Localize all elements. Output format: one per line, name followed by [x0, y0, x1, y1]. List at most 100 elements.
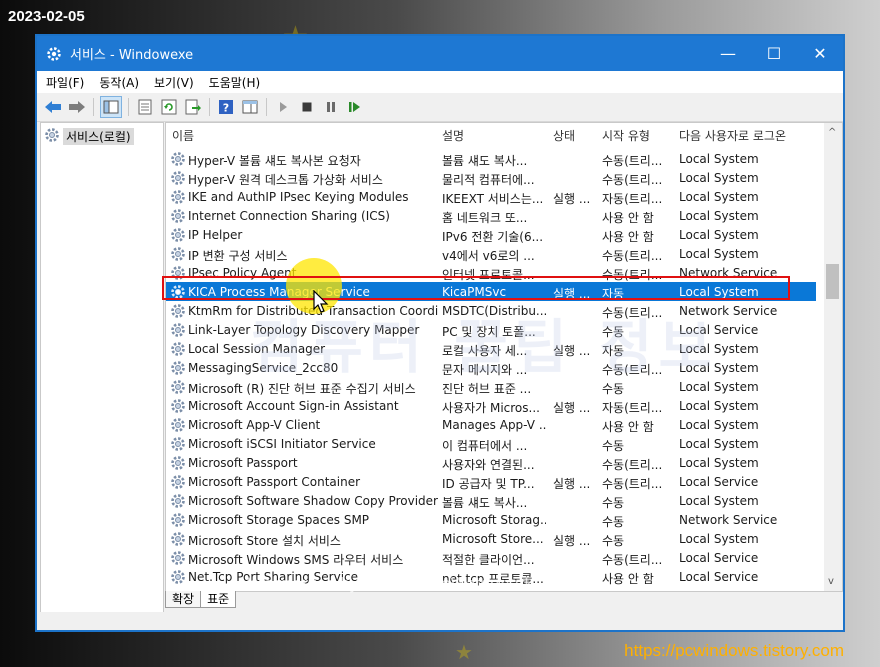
menu-file[interactable]: 파일(F) [40, 74, 90, 91]
table-row[interactable]: Microsoft Passport Container ID 공급자 및 TP.… [166, 472, 816, 491]
scrollbar-thumb[interactable] [826, 264, 839, 299]
menu-action[interactable]: 동작(A) [93, 74, 145, 91]
service-gear-icon [170, 170, 186, 186]
table-row[interactable]: Microsoft App-V Client Manages App-V ... 사… [166, 415, 816, 434]
properties-icon[interactable] [135, 97, 155, 117]
close-button[interactable]: ✕ [797, 36, 843, 71]
table-row[interactable]: IPsec Policy Agent 인터넷 프로토콜... 수동(트리... Net… [166, 263, 816, 282]
service-status: 실행 ... [553, 344, 591, 358]
toolbar-separator [128, 98, 129, 116]
service-description: 진단 허브 표준 ... [442, 382, 532, 396]
service-logon-as: Local System [679, 380, 759, 394]
scroll-down-icon[interactable]: v [828, 576, 834, 587]
table-row[interactable]: KtmRm for Distributed Transaction Coordi… [166, 301, 816, 320]
export-list-icon[interactable] [183, 97, 203, 117]
table-row[interactable]: Link-Layer Topology Discovery Mapper PC 및… [166, 320, 816, 339]
service-startup-type: 수동(트리... [602, 458, 663, 472]
service-gear-icon [170, 474, 186, 490]
column-header-name[interactable]: 이름 [172, 127, 194, 144]
table-row[interactable]: Hyper-V 원격 데스크톱 가상화 서비스 물리적 컴퓨터에... 수동(트리.… [166, 168, 816, 187]
service-description: 이 컴퓨터에서 ... [442, 439, 528, 453]
table-row[interactable]: KICA Process Manager Service KicaPMSvc 실행 … [166, 282, 816, 301]
table-row[interactable]: Microsoft (R) 진단 허브 표준 수집기 서비스 진단 허브 표준 .… [166, 377, 816, 396]
table-row[interactable]: Microsoft Account Sign-in Assistant 사용자가 … [166, 396, 816, 415]
service-status: 실행 ... [553, 401, 591, 415]
service-startup-type: 수동(트리... [602, 249, 663, 263]
help-icon[interactable]: ? [216, 97, 236, 117]
service-logon-as: Network Service [679, 513, 778, 527]
service-name: IKE and AuthIP IPsec Keying Modules [188, 190, 409, 204]
minimize-button[interactable]: — [705, 36, 751, 71]
show-console-tree-icon[interactable] [100, 96, 122, 118]
start-service-icon[interactable] [273, 97, 293, 117]
services-window: 서비스 - Windowexe — ☐ ✕ 파일(F) 동작(A) 보기(V) … [36, 35, 844, 631]
table-row[interactable]: IP Helper IPv6 전환 기술(6... 사용 안 함 Local Syst… [166, 225, 816, 244]
toolbar: ? [37, 93, 843, 122]
table-row[interactable]: Internet Connection Sharing (ICS) 홈 네트워크 … [166, 206, 816, 225]
column-header-status[interactable]: 상태 [553, 127, 575, 144]
service-logon-as: Local System [679, 399, 759, 413]
table-row[interactable]: IP 변환 구성 서비스 v4에서 v6로의 ... 수동(트리... Local S… [166, 244, 816, 263]
table-row[interactable]: Microsoft Storage Spaces SMP Microsoft St… [166, 510, 816, 529]
service-description: 사용자가 Micros... [442, 401, 540, 415]
service-startup-type: 수동(트리... [602, 477, 663, 491]
content-area: 서비스(로컬) ^ 이름 설명 상태 시작 유형 다음 사용자로 로그온 Hyp… [37, 122, 843, 630]
tab-standard[interactable]: 표준 [200, 591, 237, 608]
scroll-up-icon[interactable]: ^ [828, 127, 836, 138]
table-row[interactable]: Local Session Manager 로컬 사용자 세... 실행 ... 자동… [166, 339, 816, 358]
service-startup-type: 수동 [602, 515, 625, 529]
service-logon-as: Network Service [679, 304, 778, 318]
service-description: 인터넷 프로토콜... [442, 268, 535, 282]
show-action-pane-icon[interactable] [240, 97, 260, 117]
service-startup-type: 수동 [602, 496, 625, 510]
service-logon-as: Local System [679, 285, 759, 299]
services-gear-icon [44, 127, 60, 146]
back-arrow-icon[interactable] [43, 97, 63, 117]
column-header-description[interactable]: 설명 [442, 127, 464, 144]
refresh-icon[interactable] [159, 97, 179, 117]
service-name: Microsoft Software Shadow Copy Provider [188, 494, 438, 508]
service-gear-icon [170, 436, 186, 452]
star-decoration-icon: ★ [455, 640, 473, 664]
maximize-button[interactable]: ☐ [751, 36, 797, 71]
service-logon-as: Local System [679, 342, 759, 356]
service-status: 실행 ... [553, 287, 591, 301]
service-name: Local Session Manager [188, 342, 326, 356]
table-row[interactable]: IKE and AuthIP IPsec Keying Modules IKEEX… [166, 187, 816, 206]
column-header-logon-as[interactable]: 다음 사용자로 로그온 [679, 127, 786, 144]
service-description: Microsoft Storag... [442, 513, 546, 527]
table-row[interactable]: Hyper-V 볼륨 섀도 복사본 요청자 볼륨 섀도 복사... 수동(트리...… [166, 149, 816, 168]
table-row[interactable]: MessagingService_2cc80 문자 메시지와 ... 수동(트리..… [166, 358, 816, 377]
service-name: Microsoft Storage Spaces SMP [188, 513, 370, 527]
service-description: 볼륨 섀도 복사... [442, 496, 528, 510]
table-row[interactable]: Microsoft Software Shadow Copy Provider 볼… [166, 491, 816, 510]
column-header-startup-type[interactable]: 시작 유형 [602, 127, 650, 144]
pause-service-icon[interactable] [321, 97, 341, 117]
tree-item-services-local[interactable]: 서비스(로컬) [44, 127, 163, 146]
stop-service-icon[interactable] [297, 97, 317, 117]
menu-view[interactable]: 보기(V) [148, 74, 200, 91]
table-row[interactable]: Microsoft Windows SMS 라우터 서비스 적절한 클라이언...… [166, 548, 816, 567]
view-tabs: 확장 표준 [165, 591, 237, 611]
restart-service-icon[interactable] [345, 97, 365, 117]
service-name: Internet Connection Sharing (ICS) [188, 209, 390, 223]
table-row[interactable]: Microsoft iSCSI Initiator Service 이 컴퓨터에서… [166, 434, 816, 453]
forward-arrow-icon[interactable] [67, 97, 87, 117]
table-row[interactable]: Microsoft Passport 사용자와 연결된... 수동(트리... Loc… [166, 453, 816, 472]
title-bar[interactable]: 서비스 - Windowexe — ☐ ✕ [37, 36, 843, 71]
service-description: IKEEXT 서비스는... [442, 192, 544, 206]
service-logon-as: Local Service [679, 475, 759, 489]
service-startup-type: 수동 [602, 382, 625, 396]
service-logon-as: Network Service [679, 266, 778, 280]
service-name: Microsoft Passport [188, 456, 298, 470]
service-startup-type: 자동 [602, 287, 625, 301]
service-name: IP Helper [188, 228, 243, 242]
service-gear-icon [170, 569, 186, 585]
tab-extended[interactable]: 확장 [165, 591, 202, 608]
service-description: v4에서 v6로의 ... [442, 249, 535, 263]
service-gear-icon [170, 531, 186, 547]
service-name: Microsoft Store 설치 서비스 [188, 534, 341, 548]
menu-help[interactable]: 도움말(H) [203, 74, 267, 91]
vertical-scrollbar[interactable]: ^ v [824, 123, 842, 591]
table-row[interactable]: Microsoft Store 설치 서비스 Microsoft Store...… [166, 529, 816, 548]
